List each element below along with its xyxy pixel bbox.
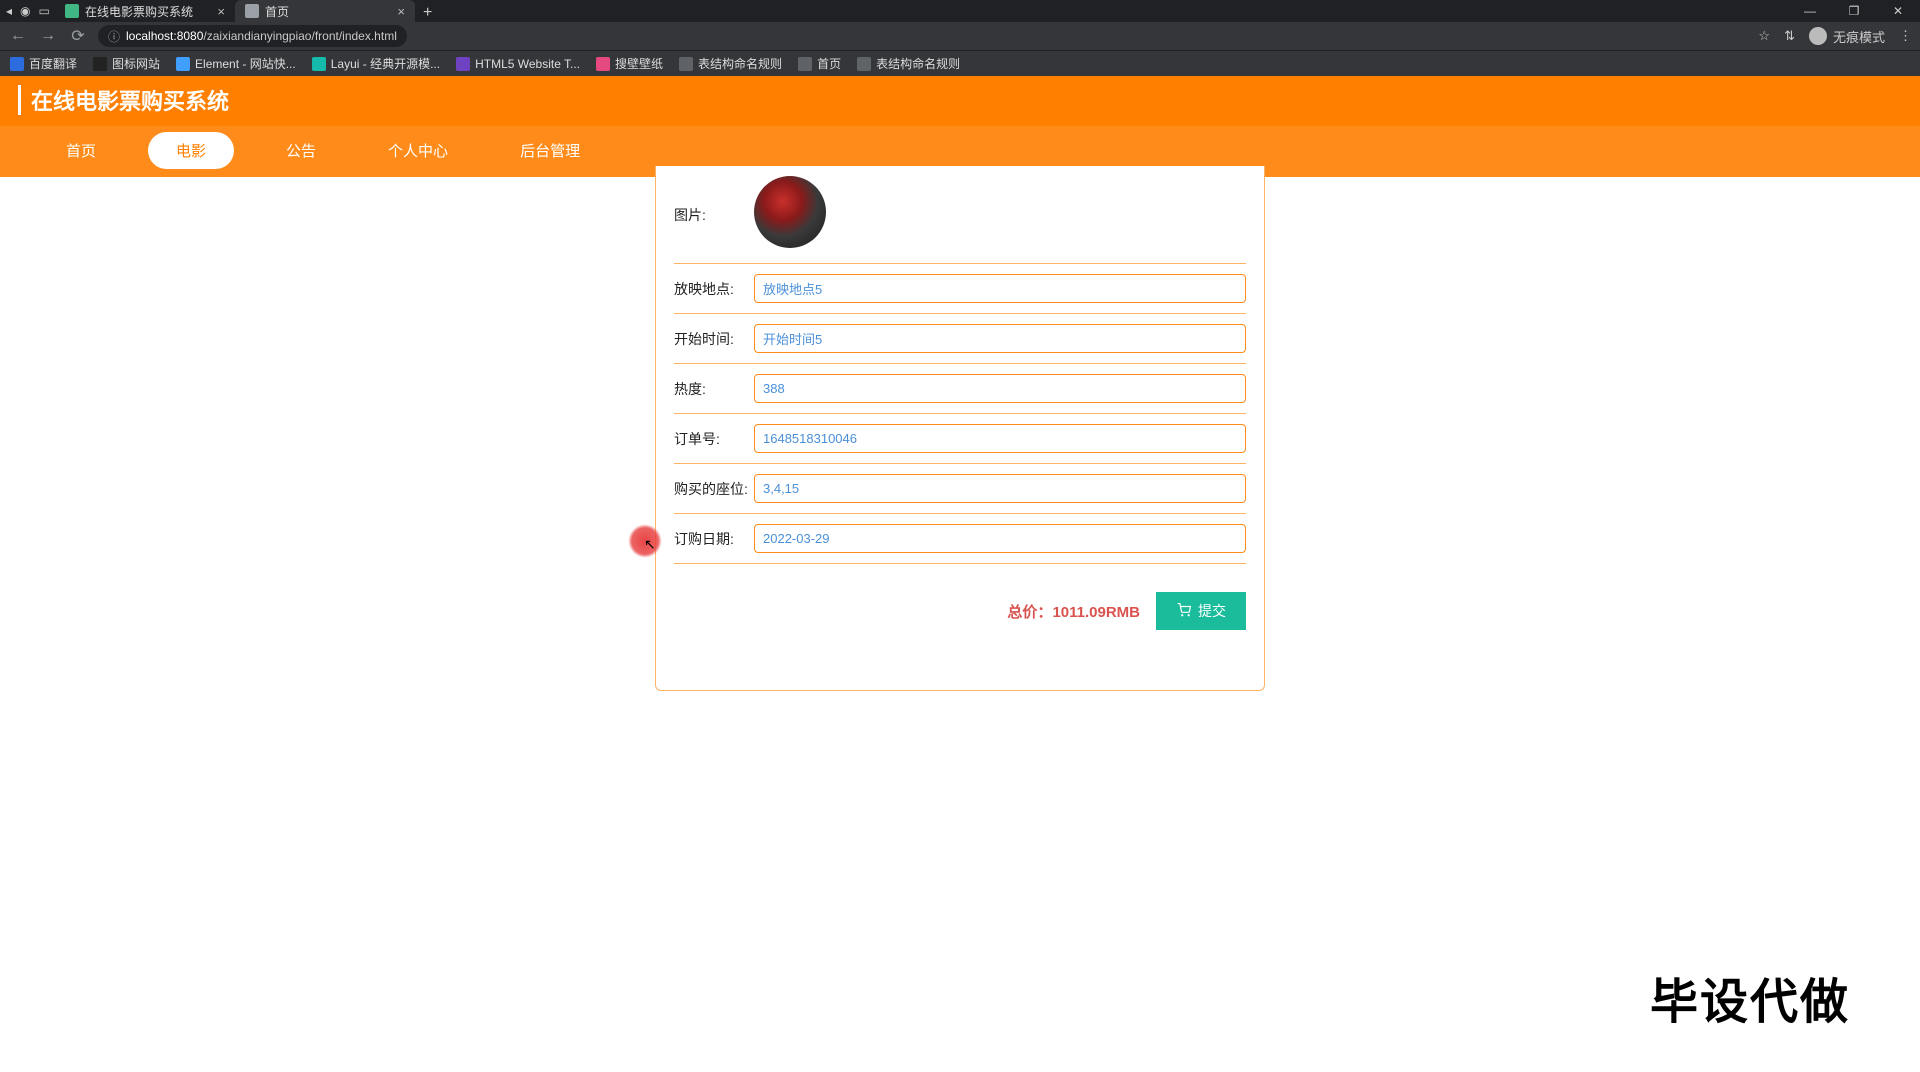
bookmark-item[interactable]: 图标网站 [93, 55, 160, 72]
forward-button[interactable]: → [38, 27, 58, 45]
movie-thumbnail[interactable] [754, 176, 826, 248]
bookmark-favicon [798, 57, 812, 71]
bookmark-favicon [456, 57, 470, 71]
browser-tab-2[interactable]: 首页 × [235, 0, 415, 22]
bookmark-item[interactable]: 表结构命名规则 [857, 55, 960, 72]
form-row-order: 订单号: [674, 414, 1246, 464]
bookmark-favicon [679, 57, 693, 71]
label-order: 订单号: [674, 429, 754, 449]
date-input[interactable] [754, 524, 1246, 553]
form-row-seats: 购买的座位: [674, 464, 1246, 514]
address-bar[interactable]: ⓘ localhost:8080/zaixiandianyingpiao/fro… [98, 25, 407, 47]
browser-toolbar: ← → ⟳ ⓘ localhost:8080/zaixiandianyingpi… [0, 22, 1920, 50]
order-input[interactable] [754, 424, 1246, 453]
bookmark-item[interactable]: Element - 网站快... [176, 55, 296, 72]
reload-button[interactable]: ⟳ [68, 26, 88, 46]
bookmark-favicon [10, 57, 24, 71]
toolbar-extra-icon[interactable]: ⇅ [1784, 28, 1795, 44]
bookmarks-bar: 百度翻译 图标网站 Element - 网站快... Layui - 经典开源模… [0, 50, 1920, 76]
main-nav: 首页 电影 公告 个人中心 后台管理 [0, 132, 1920, 169]
bookmark-favicon [93, 57, 107, 71]
label-seats: 购买的座位: [674, 479, 754, 499]
tab-title: 首页 [265, 3, 289, 20]
label-location: 放映地点: [674, 279, 754, 299]
total-label: 总价：1011.09RMB [1007, 601, 1140, 622]
nav-notice[interactable]: 公告 [266, 132, 336, 169]
label-date: 订购日期: [674, 529, 754, 549]
site-info-icon[interactable]: ⓘ [108, 28, 120, 45]
order-form-card: 图片: 放映地点: 开始时间: 热度: 订单号: 购买的座位: [655, 166, 1265, 691]
tab-search-icon[interactable]: ◉ [20, 4, 30, 18]
bookmark-item[interactable]: 首页 [798, 55, 841, 72]
bookmark-favicon [596, 57, 610, 71]
url-text: localhost:8080/zaixiandianyingpiao/front… [126, 29, 397, 43]
bookmark-favicon [857, 57, 871, 71]
back-history-icon[interactable]: ◂ [6, 4, 12, 18]
maximize-button[interactable]: ❐ [1832, 0, 1876, 22]
submit-button[interactable]: 提交 [1156, 592, 1246, 630]
form-row-image: 图片: [674, 166, 1246, 264]
menu-icon[interactable]: ⋮ [1899, 28, 1912, 44]
bookmark-favicon [176, 57, 190, 71]
header-bar: 在线电影票购买系统 首页 电影 公告 个人中心 后台管理 [0, 76, 1920, 166]
form-row-date: 订购日期: [674, 514, 1246, 564]
page-content: 在线电影票购买系统 首页 电影 公告 个人中心 后台管理 图片: 放映地点: [0, 76, 1920, 1072]
heat-input[interactable] [754, 374, 1246, 403]
incognito-icon [1809, 27, 1827, 45]
minimize-button[interactable]: — [1788, 0, 1832, 22]
watermark-text: 毕设代做 [1650, 962, 1850, 1032]
nav-home[interactable]: 首页 [46, 132, 116, 169]
browser-tab-1[interactable]: 在线电影票购买系统 × [55, 0, 235, 22]
start-input[interactable] [754, 324, 1246, 353]
site-title: 在线电影票购买系统 [21, 84, 229, 116]
close-icon[interactable]: × [217, 4, 225, 19]
bookmark-item[interactable]: Layui - 经典开源模... [312, 55, 440, 72]
close-icon[interactable]: × [397, 4, 405, 19]
back-button[interactable]: ← [8, 27, 28, 45]
form-row-location: 放映地点: [674, 264, 1246, 314]
close-window-button[interactable]: ✕ [1876, 0, 1920, 22]
new-tab-button[interactable]: + [415, 4, 440, 22]
seats-input[interactable] [754, 474, 1246, 503]
form-footer: 总价：1011.09RMB 提交 [674, 564, 1246, 630]
form-row-start: 开始时间: [674, 314, 1246, 364]
nav-movie[interactable]: 电影 [148, 132, 234, 169]
bookmark-favicon [312, 57, 326, 71]
label-heat: 热度: [674, 379, 754, 399]
nav-admin[interactable]: 后台管理 [500, 132, 600, 169]
bookmark-item[interactable]: 表结构命名规则 [679, 55, 782, 72]
incognito-indicator[interactable]: 无痕模式 [1809, 27, 1885, 46]
label-start: 开始时间: [674, 329, 754, 349]
location-input[interactable] [754, 274, 1246, 303]
nav-user-center[interactable]: 个人中心 [368, 132, 468, 169]
app-icon: ▭ [39, 4, 50, 18]
browser-titlebar: ◂ ◉ ▭ 在线电影票购买系统 × 首页 × + — ❐ ✕ [0, 0, 1920, 22]
bookmark-item[interactable]: 百度翻译 [10, 55, 77, 72]
cart-icon [1176, 603, 1192, 620]
form-row-heat: 热度: [674, 364, 1246, 414]
star-icon[interactable]: ☆ [1758, 28, 1770, 44]
bookmark-item[interactable]: HTML5 Website T... [456, 57, 580, 71]
label-image: 图片: [674, 205, 754, 225]
tab-favicon [65, 4, 79, 18]
tab-title: 在线电影票购买系统 [85, 3, 193, 20]
tab-favicon [245, 4, 259, 18]
bookmark-item[interactable]: 搜壁壁纸 [596, 55, 663, 72]
